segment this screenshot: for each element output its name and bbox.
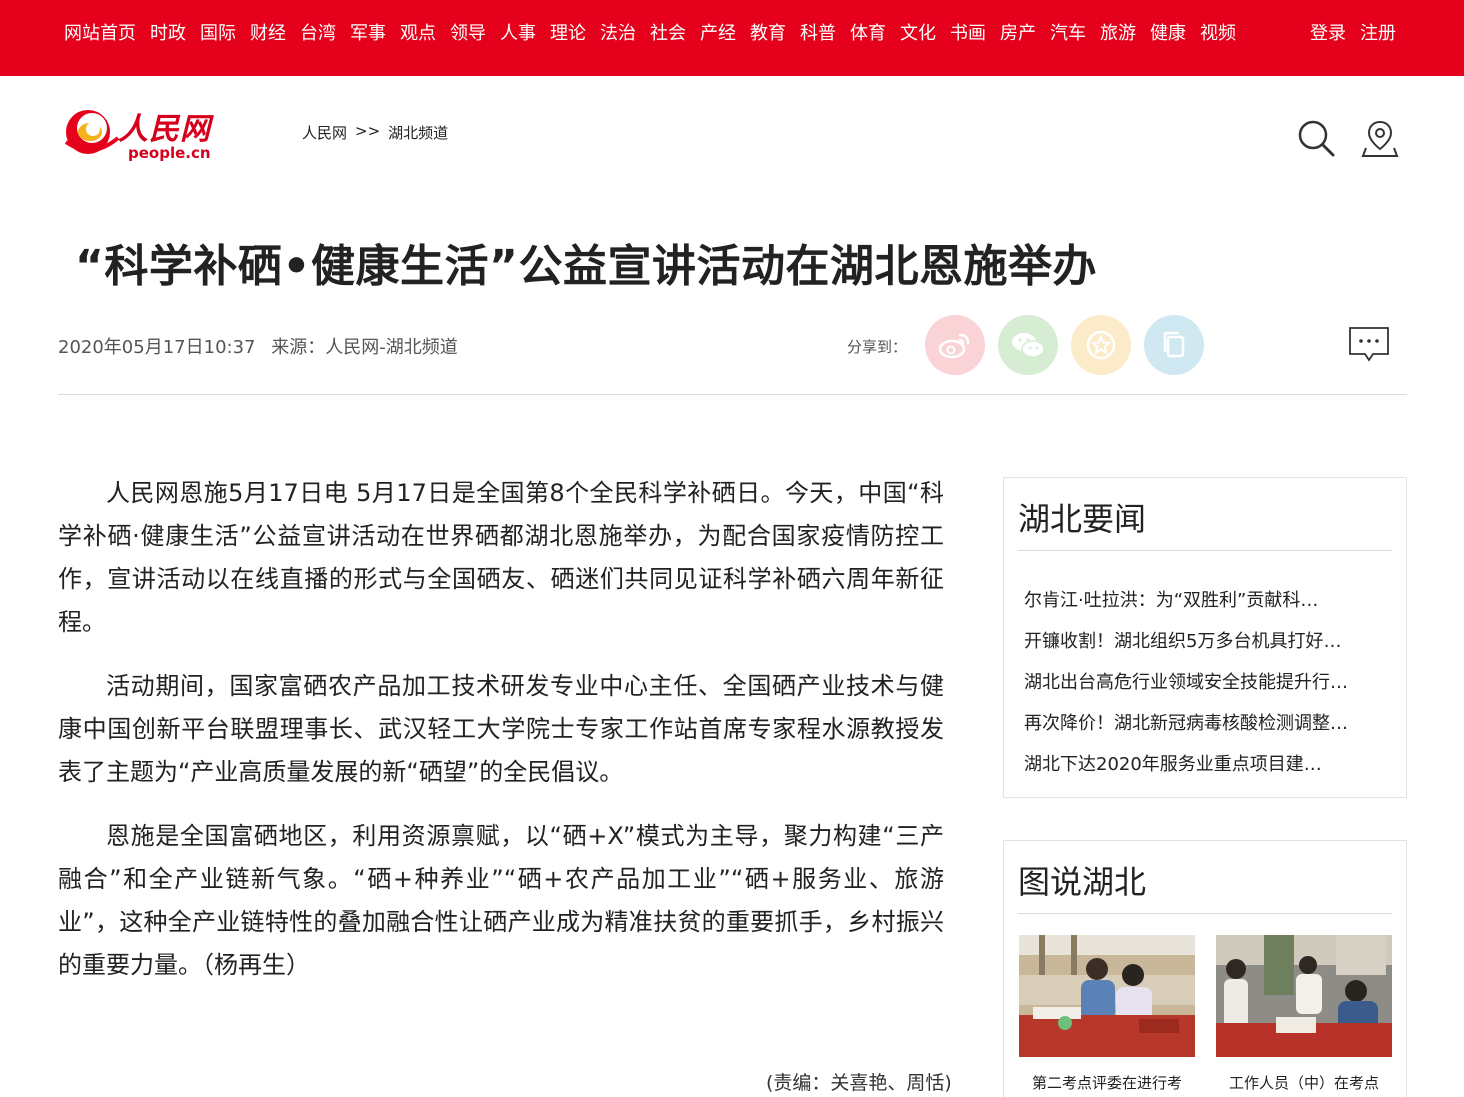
article-paragraph: 活动期间，国家富硒农产品加工技术研发专业中心主任、全国硒产业技术与健康中国创新平… (58, 672, 944, 786)
picture-item[interactable]: 第二考点评委在进行考 (1019, 935, 1195, 1093)
news-photo[interactable] (1019, 935, 1195, 1057)
article-title: “科学补硒•健康生活”公益宣讲活动在湖北恩施举办 (75, 241, 1097, 292)
article-body: 人民网恩施5月17日电 5月17日是全国第8个全民科学补硒日。今天，中国“科学补… (58, 472, 944, 1008)
nav-link[interactable]: 理论 (550, 22, 586, 46)
nav-link[interactable]: 汽车 (1050, 22, 1086, 46)
nav-link[interactable]: 产经 (700, 22, 736, 46)
nav-link[interactable]: 科普 (800, 22, 836, 46)
hubei-news-title: 湖北要闻 (1018, 500, 1147, 538)
nav-link[interactable]: 社会 (650, 22, 686, 46)
news-item[interactable]: 开镰收割！湖北组织5万多台机具打好… (1024, 621, 1348, 662)
nav-link[interactable]: 旅游 (1100, 22, 1136, 46)
article-meta: 2020年05月17日10:37 来源：人民网-湖北频道 (58, 333, 468, 359)
share-wechat-button[interactable] (998, 315, 1058, 375)
nav-link[interactable]: 领导 (450, 22, 486, 46)
nav-link[interactable]: 书画 (950, 22, 986, 46)
nav-link[interactable]: 台湾 (300, 22, 336, 46)
picture-item[interactable]: 工作人员（中）在考点 (1216, 935, 1392, 1093)
article-datetime: 2020年05月17日10:37 (58, 337, 256, 358)
share-favorite-button[interactable] (1071, 315, 1131, 375)
news-item[interactable]: 湖北出台高危行业领域安全技能提升行… (1024, 662, 1348, 703)
share-weibo-button[interactable] (925, 315, 985, 375)
comment-icon[interactable] (1348, 326, 1390, 362)
share-label: 分享到： (847, 338, 908, 356)
share-copy-button[interactable] (1144, 315, 1204, 375)
wechat-icon (1012, 333, 1045, 358)
breadcrumb: 人民网 >> 湖北频道 (302, 122, 448, 143)
picture-caption[interactable]: 第二考点评委在进行考 (1019, 1072, 1195, 1093)
box-divider (1018, 913, 1392, 914)
breadcrumb-channel[interactable]: 湖北频道 (388, 122, 448, 143)
article-paragraph: 人民网恩施5月17日电 5月17日是全国第8个全民科学补硒日。今天，中国“科学补… (58, 479, 944, 636)
news-item[interactable]: 再次降价！湖北新冠病毒核酸检测调整… (1024, 703, 1348, 744)
nav-link[interactable]: 人事 (500, 22, 536, 46)
auth-links: 登录 注册 (1296, 22, 1396, 46)
nav-link[interactable]: 观点 (400, 22, 436, 46)
news-item[interactable]: 尔肯江·吐拉洪：为“双胜利”贡献科… (1024, 580, 1348, 621)
nav-link[interactable]: 军事 (350, 22, 386, 46)
logo-english-text: people.cn (128, 144, 211, 162)
breadcrumb-home[interactable]: 人民网 (302, 122, 347, 143)
copy-icon (1163, 331, 1185, 358)
nav-link[interactable]: 时政 (150, 22, 186, 46)
article-editor: (责编：关喜艳、周恬) (766, 1072, 952, 1094)
nav-link[interactable]: 视频 (1200, 22, 1236, 46)
nav-link[interactable]: 文化 (900, 22, 936, 46)
hubei-pictures-title: 图说湖北 (1018, 863, 1147, 901)
search-icon[interactable] (1296, 118, 1336, 158)
box-divider (1018, 550, 1392, 551)
article-source[interactable]: 来源：人民网-湖北频道 (271, 337, 458, 358)
nav-link[interactable]: 体育 (850, 22, 886, 46)
hubei-news-box: 湖北要闻 尔肯江·吐拉洪：为“双胜利”贡献科… 开镰收割！湖北组织5万多台机具打… (1003, 477, 1407, 798)
logo-emblem-icon (64, 110, 120, 154)
hubei-news-list: 尔肯江·吐拉洪：为“双胜利”贡献科… 开镰收割！湖北组织5万多台机具打好… 湖北… (1024, 580, 1348, 785)
picture-caption[interactable]: 工作人员（中）在考点 (1216, 1072, 1392, 1093)
breadcrumb-separator: >> (355, 122, 381, 140)
news-photo[interactable] (1216, 935, 1392, 1057)
site-logo[interactable]: 人民网 people.cn (62, 100, 222, 164)
star-icon (1086, 330, 1116, 360)
news-item[interactable]: 湖北下达2020年服务业重点项目建… (1024, 744, 1348, 785)
hubei-pictures-box: 图说湖北 第二考点评委在进行考 工作人员（中）在考点 (1003, 840, 1407, 1097)
nav-link[interactable]: 房产 (1000, 22, 1036, 46)
nav-link[interactable]: 国际 (200, 22, 236, 46)
login-link[interactable]: 登录 (1310, 22, 1346, 46)
article-paragraph: 恩施是全国富硒地区，利用资源禀赋，以“硒+X”模式为主导，聚力构建“三产融合”和… (58, 822, 944, 979)
nav-link[interactable]: 网站首页 (64, 22, 136, 46)
top-nav-links: 网站首页 时政 国际 财经 台湾 军事 观点 领导 人事 理论 法治 社会 产经 教育 科普 体育 文化 书画 房产… (64, 22, 1250, 46)
location-pin-icon[interactable] (1360, 118, 1400, 158)
nav-link[interactable]: 财经 (250, 22, 286, 46)
nav-link[interactable]: 健康 (1150, 22, 1186, 46)
header-divider (58, 394, 1407, 395)
logo-chinese-text: 人民网 (118, 112, 211, 147)
top-nav-bar: 网站首页 时政 国际 财经 台湾 军事 观点 领导 人事 理论 法治 社会 产经 教育 科普 体育 文化 书画 房产… (0, 0, 1464, 76)
register-link[interactable]: 注册 (1360, 22, 1396, 46)
nav-link[interactable]: 法治 (600, 22, 636, 46)
weibo-icon (938, 333, 970, 359)
nav-link[interactable]: 教育 (750, 22, 786, 46)
